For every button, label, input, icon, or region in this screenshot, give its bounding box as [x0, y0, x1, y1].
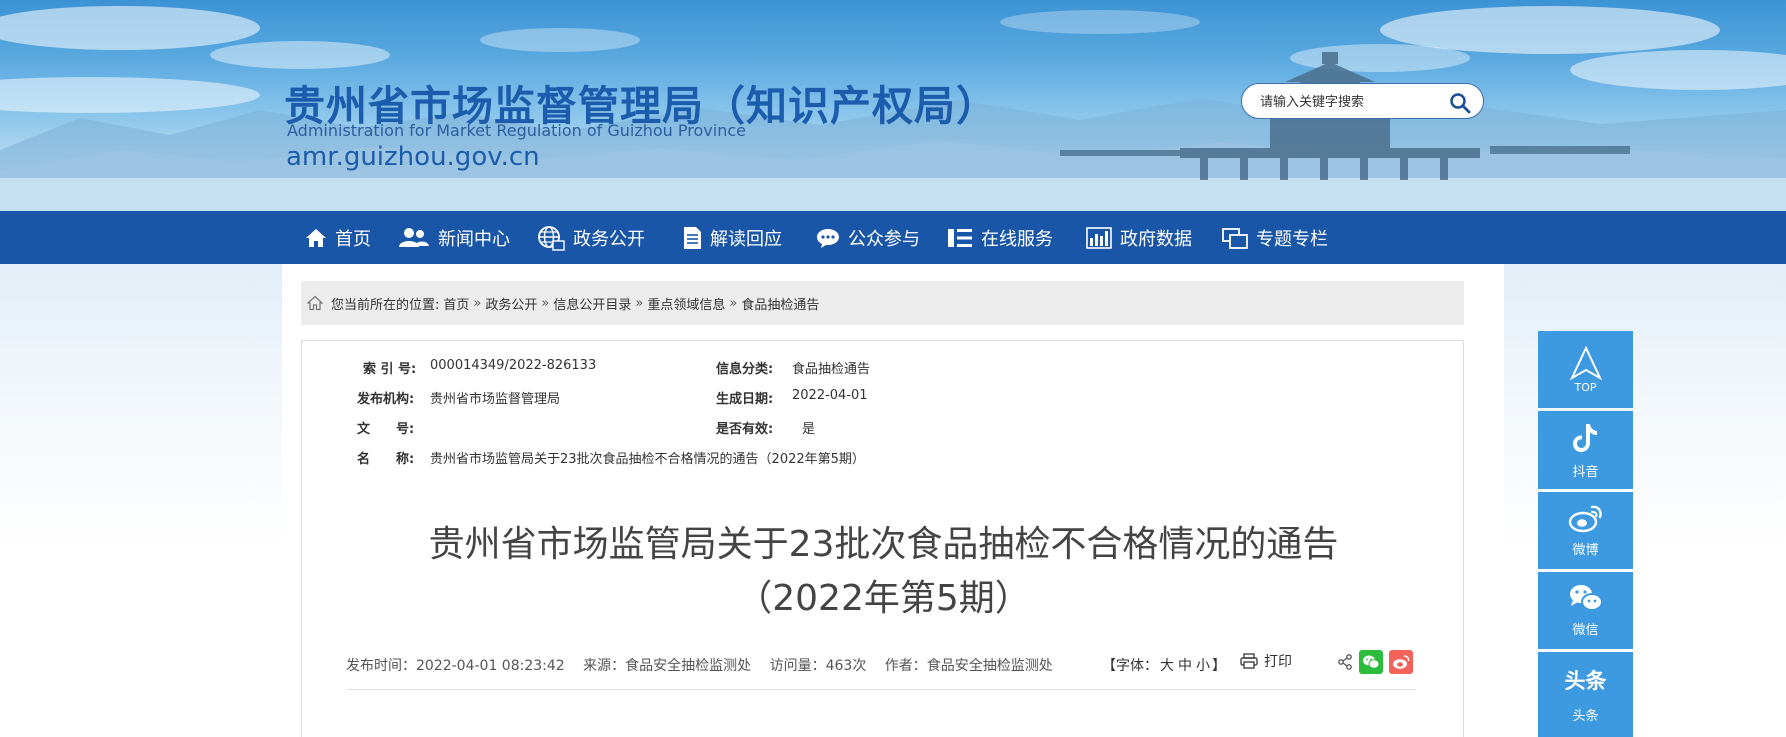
- globe-icon: [538, 225, 565, 251]
- site-domain: amr.guizhou.gov.cn: [286, 142, 540, 172]
- float-label: 抖音: [1572, 464, 1599, 480]
- meta-valid-label: 是否有效:: [716, 422, 774, 437]
- list-icon: [948, 228, 972, 247]
- breadcrumb-food-inspection[interactable]: 食品抽检通告: [741, 294, 819, 313]
- nav-label: 政府数据: [1120, 228, 1192, 250]
- chat-icon: [817, 228, 839, 248]
- search-input[interactable]: [1260, 92, 1440, 112]
- nav-item-online-service[interactable]: 在线服务: [947, 211, 1053, 264]
- article-title: 贵州省市场监管局关于23批次食品抽检不合格情况的通告: [428, 524, 1339, 565]
- window-icon: [1222, 227, 1248, 249]
- meta-name-label: 名 称:: [357, 452, 415, 467]
- search-icon[interactable]: [1449, 92, 1471, 114]
- breadcrumb-separator: »: [473, 295, 482, 311]
- bar-chart-icon: [1086, 226, 1112, 249]
- share-weibo-button[interactable]: [1389, 650, 1413, 674]
- wechat-icon: [1569, 585, 1603, 611]
- float-label: 微博: [1572, 543, 1599, 558]
- float-item-douyin[interactable]: 抖音: [1538, 411, 1633, 489]
- font-size-small[interactable]: 小: [1196, 658, 1210, 674]
- article-title-issue: （2022年第5期）: [736, 578, 1031, 619]
- meta-date-label: 生成日期:: [716, 392, 774, 407]
- float-item-toutiao[interactable]: 头条 头条: [1538, 652, 1633, 737]
- print-label: 打印: [1264, 654, 1292, 670]
- meta-publisher-label: 发布机构:: [357, 392, 415, 407]
- meta-publisher-value: 贵州省市场监督管理局: [430, 392, 561, 407]
- font-size-suffix: 】: [1212, 658, 1226, 674]
- meta-date-value: 2022-04-01: [792, 388, 868, 403]
- header-banner: 贵州省市场监督管理局（知识产权局） Administration for Mar…: [0, 0, 1786, 211]
- article-views: 访问量：463次: [769, 658, 867, 674]
- nav-label: 公众参与: [848, 228, 920, 250]
- nav-item-home[interactable]: 首页: [305, 211, 371, 264]
- nav-item-public-participation[interactable]: 公众参与: [816, 211, 920, 264]
- toutiao-icon: 头条: [1564, 669, 1607, 693]
- document-icon: [684, 226, 701, 249]
- nav-label: 专题专栏: [1256, 228, 1328, 250]
- article-author: 作者：食品安全抽检监测处: [884, 658, 1053, 674]
- publish-time: 发布时间：2022-04-01 08:23:42: [346, 658, 565, 674]
- breadcrumb-gov-affairs[interactable]: 政务公开: [485, 294, 537, 313]
- breadcrumb-separator: »: [635, 295, 644, 311]
- breadcrumb-catalog[interactable]: 信息公开目录: [553, 294, 631, 313]
- nav-item-gov-affairs[interactable]: 政务公开: [537, 211, 645, 264]
- back-to-top-button[interactable]: TOP: [1538, 331, 1633, 408]
- breadcrumb-home[interactable]: 首页: [443, 294, 469, 313]
- printer-icon: [1240, 653, 1258, 669]
- meta-category-label: 信息分类:: [716, 362, 774, 377]
- breadcrumb-prefix: 您当前所在的位置:: [331, 297, 440, 313]
- nav-label: 解读回应: [710, 228, 782, 250]
- meta-valid-value: 是: [802, 422, 816, 437]
- nav-label: 在线服务: [981, 228, 1053, 250]
- meta-index-label: 索 引 号:: [363, 362, 417, 377]
- article-source: 来源：食品安全抽检监测处: [583, 658, 752, 674]
- weibo-icon: [1568, 505, 1602, 533]
- nav-item-news[interactable]: 新闻中心: [398, 211, 510, 264]
- share-icon[interactable]: [1337, 654, 1353, 670]
- breadcrumb-separator: »: [729, 295, 738, 311]
- meta-name-value: 贵州省市场监管局关于23批次食品抽检不合格情况的通告（2022年第5期）: [430, 452, 865, 467]
- article-box: 索 引 号: 000014349/2022-826133 信息分类: 食品抽检通…: [301, 340, 1464, 737]
- nav-label: 新闻中心: [438, 228, 510, 250]
- float-item-weibo[interactable]: 微博: [1538, 492, 1633, 569]
- meta-docno-label: 文 号:: [357, 422, 415, 437]
- home-icon: [306, 228, 326, 247]
- float-label: 头条: [1572, 709, 1599, 724]
- weibo-icon: [1393, 655, 1410, 669]
- breadcrumb-key-areas[interactable]: 重点领域信息: [647, 294, 725, 313]
- nav-item-interpretation[interactable]: 解读回应: [682, 211, 782, 264]
- wechat-icon: [1363, 655, 1380, 669]
- site-subtitle: Administration for Market Regulation of …: [287, 121, 746, 140]
- main-nav: 首页 新闻中心 政务公开 解读回应 公众参与 在线服务 政府数据 专题专栏: [0, 211, 1786, 264]
- home-outline-icon: [307, 295, 323, 311]
- font-size-prefix: 【字体：: [1102, 658, 1158, 674]
- nav-item-special-topics[interactable]: 专题专栏: [1222, 211, 1328, 264]
- nav-item-gov-data[interactable]: 政府数据: [1086, 211, 1192, 264]
- float-label: 微信: [1572, 623, 1599, 638]
- search-box: [1241, 83, 1484, 119]
- share-wechat-button[interactable]: [1359, 650, 1383, 674]
- meta-index-value: 000014349/2022-826133: [430, 358, 597, 373]
- top-label: TOP: [1574, 381, 1597, 394]
- share-area: [1337, 650, 1413, 674]
- nav-label: 首页: [335, 228, 371, 250]
- people-icon: [399, 227, 429, 247]
- breadcrumb: 您当前所在的位置: 首页 » 政务公开 » 信息公开目录 » 重点领域信息 » …: [301, 281, 1464, 325]
- font-size-medium[interactable]: 中: [1178, 658, 1192, 674]
- font-size-large[interactable]: 大: [1160, 658, 1174, 674]
- print-button[interactable]: 打印: [1240, 651, 1292, 671]
- float-item-wechat[interactable]: 微信: [1538, 572, 1633, 649]
- article-info-bar: 发布时间：2022-04-01 08:23:42 来源：食品安全抽检监测处 访问…: [346, 655, 1053, 675]
- breadcrumb-separator: »: [541, 295, 550, 311]
- nav-label: 政务公开: [573, 228, 645, 250]
- font-size-control: 【字体：大中小】: [1102, 655, 1226, 675]
- meta-category-value: 食品抽检通告: [792, 362, 871, 377]
- tiktok-icon: [1572, 423, 1597, 452]
- info-divider: [346, 689, 1416, 690]
